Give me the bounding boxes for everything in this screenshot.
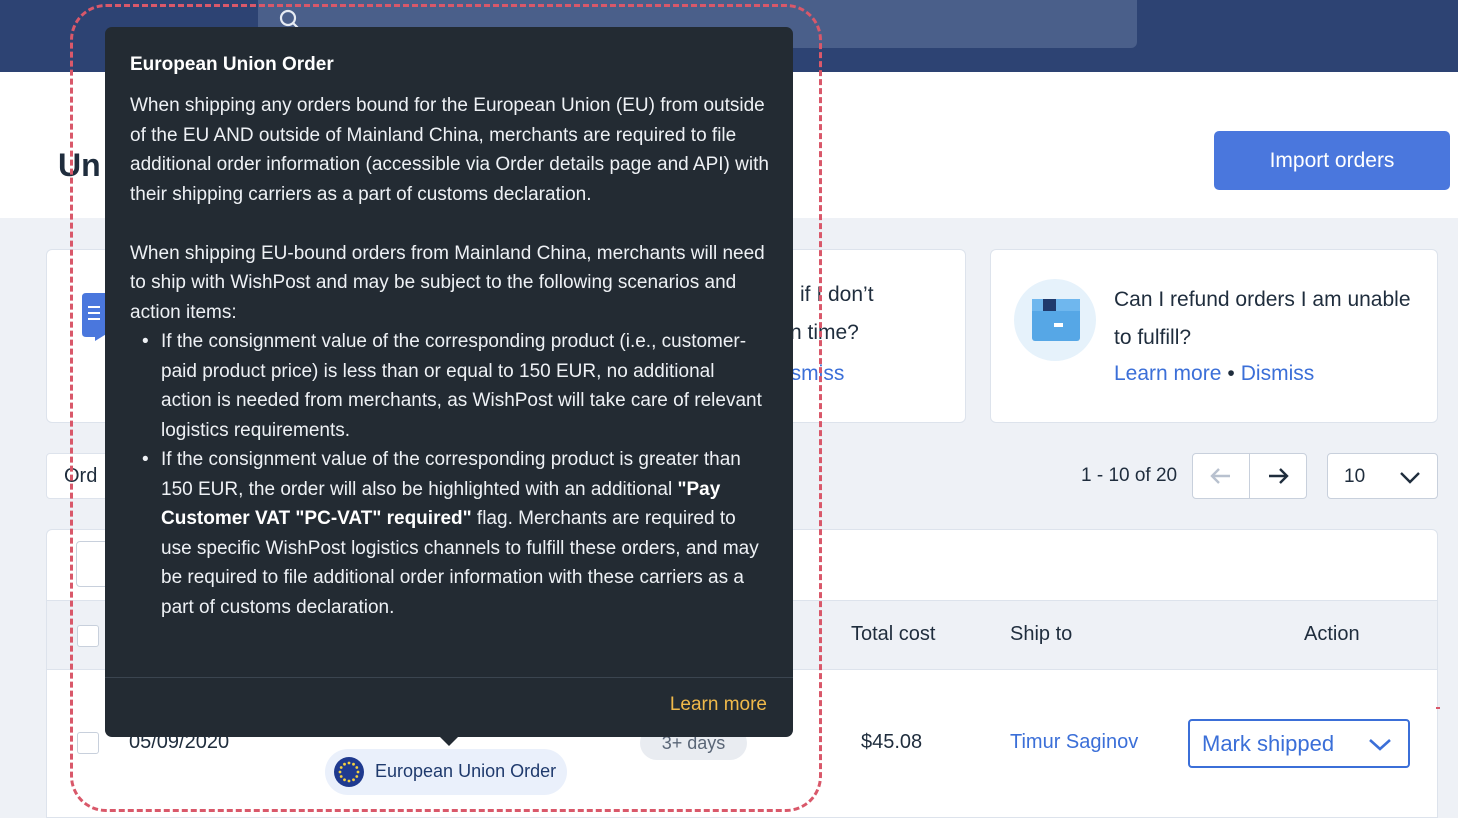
pagination-range: 1 - 10 of 20 bbox=[1081, 465, 1178, 486]
eu-order-tooltip: European Union Order When shipping any o… bbox=[105, 27, 793, 737]
tooltip-title: European Union Order bbox=[130, 54, 334, 75]
row-checkbox[interactable] bbox=[77, 732, 99, 754]
tooltip-body: When shipping any orders bound for the E… bbox=[130, 91, 770, 622]
tooltip-paragraph: When shipping EU-bound orders from Mainl… bbox=[130, 242, 765, 323]
dismiss-link[interactable]: ismiss bbox=[786, 362, 844, 386]
rows-per-page-select[interactable]: 10 bbox=[1327, 453, 1438, 499]
ship-to-link[interactable]: Timur Saginov bbox=[1010, 731, 1138, 754]
tooltip-arrow bbox=[439, 736, 459, 746]
card-question-text: n time? bbox=[790, 321, 859, 344]
previous-page-button[interactable] bbox=[1192, 453, 1250, 499]
learn-more-link[interactable]: Learn more bbox=[1114, 362, 1221, 385]
chevron-down-icon bbox=[1369, 739, 1391, 751]
tooltip-bullet: If the consignment value of the correspo… bbox=[130, 445, 770, 622]
rows-per-page-value: 10 bbox=[1344, 466, 1366, 487]
badge-label: European Union Order bbox=[375, 761, 557, 781]
annotation-mark bbox=[1436, 707, 1440, 709]
dismiss-link[interactable]: Dismiss bbox=[1241, 362, 1315, 385]
arrow-left-icon bbox=[1210, 468, 1230, 484]
mark-shipped-button[interactable]: Mark shipped bbox=[1188, 719, 1410, 768]
mark-shipped-label: Mark shipped bbox=[1202, 730, 1335, 756]
import-orders-button[interactable]: Import orders bbox=[1214, 131, 1450, 190]
select-all-checkbox[interactable] bbox=[77, 625, 99, 647]
tooltip-paragraph: When shipping any orders bound for the E… bbox=[130, 95, 769, 205]
tooltip-learn-more-link[interactable]: Learn more bbox=[670, 694, 767, 716]
package-icon bbox=[1014, 279, 1096, 361]
refund-links: Learn more • Dismiss bbox=[1114, 362, 1314, 386]
european-union-order-badge[interactable]: European Union Order bbox=[325, 749, 567, 795]
arrow-right-icon bbox=[1269, 468, 1289, 484]
tooltip-bullet: If the consignment value of the correspo… bbox=[130, 327, 770, 445]
separator: • bbox=[1227, 362, 1235, 385]
column-header-action: Action bbox=[1304, 623, 1360, 645]
tooltip-bullet-list: If the consignment value of the correspo… bbox=[130, 327, 770, 622]
chevron-down-icon bbox=[1400, 472, 1420, 484]
column-header-ship-to[interactable]: Ship to bbox=[1010, 623, 1072, 646]
order-filter-label: Ord bbox=[64, 465, 98, 487]
page-title: Un bbox=[58, 147, 101, 183]
tooltip-divider bbox=[105, 677, 793, 678]
refund-question: Can I refund orders I am unable to fulfi… bbox=[1114, 288, 1411, 349]
column-header-total-cost[interactable]: Total cost bbox=[851, 623, 935, 646]
card-question-text: if I don’t bbox=[800, 283, 874, 306]
next-page-button[interactable] bbox=[1249, 453, 1307, 499]
tooltip-bullet-text: If the consignment value of the correspo… bbox=[161, 449, 741, 500]
eu-flag-icon bbox=[334, 757, 364, 787]
order-total-cost: $45.08 bbox=[861, 731, 923, 753]
